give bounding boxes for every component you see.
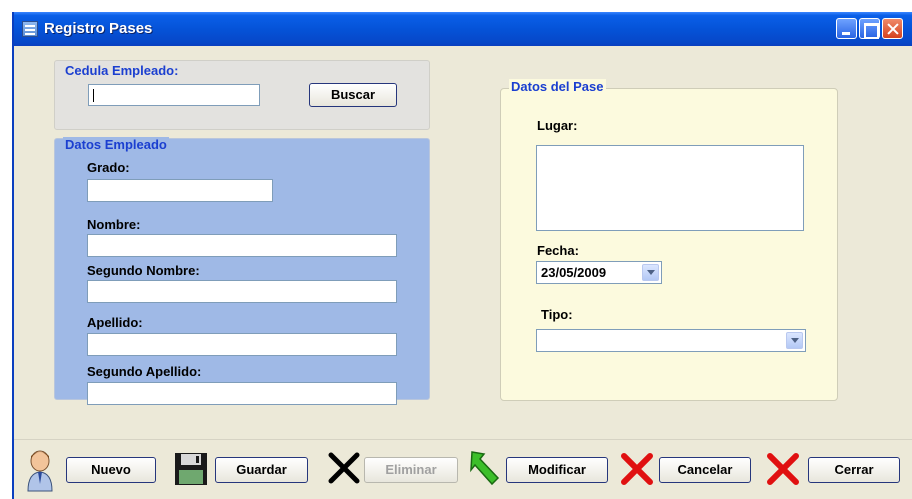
segundo-nombre-label: Segundo Nombre: <box>87 263 200 278</box>
tipo-dropdown-arrow-icon[interactable] <box>786 332 803 349</box>
close-window-button[interactable] <box>882 18 903 39</box>
nuevo-button[interactable]: Nuevo <box>66 457 156 483</box>
datos-pase-group: Datos del Pase Lugar: Fecha: 23/05/2009 … <box>500 79 838 401</box>
grado-input[interactable] <box>87 179 273 202</box>
cedula-group: Cedula Empleado: Buscar <box>54 60 430 130</box>
datos-empleado-group: Datos Empleado Grado: Nombre: Segundo No… <box>54 137 430 405</box>
fecha-label: Fecha: <box>537 243 579 258</box>
pase-legend: Datos del Pase <box>509 79 606 94</box>
text-caret <box>93 89 94 102</box>
fecha-value: 23/05/2009 <box>541 265 607 280</box>
green-arrow-icon <box>470 451 500 486</box>
modificar-button[interactable]: Modificar <box>506 457 608 483</box>
apellido-input[interactable] <box>87 333 397 356</box>
tipo-label: Tipo: <box>541 307 573 322</box>
red-x-icon <box>621 453 653 485</box>
cedula-input[interactable] <box>88 84 260 106</box>
empleado-legend: Datos Empleado <box>63 137 169 152</box>
guardar-button[interactable]: Guardar <box>215 457 308 483</box>
cerrar-button[interactable]: Cerrar <box>808 457 900 483</box>
buscar-button[interactable]: Buscar <box>309 83 397 107</box>
black-x-icon <box>328 452 360 484</box>
registro-pases-window: Registro Pases Cedula Empleado: Buscar D… <box>12 12 912 499</box>
minimize-button[interactable] <box>836 18 857 39</box>
segundo-nombre-input[interactable] <box>87 280 397 303</box>
nombre-input[interactable] <box>87 234 397 257</box>
window-title: Registro Pases <box>44 20 153 37</box>
lugar-textarea[interactable] <box>536 145 804 231</box>
fecha-dropdown-arrow-icon[interactable] <box>642 264 659 281</box>
segundo-apellido-input[interactable] <box>87 382 397 405</box>
action-toolbar: Nuevo Guardar Eliminar Modificar Cancela… <box>14 439 912 499</box>
app-icon <box>22 21 38 37</box>
user-icon <box>27 450 53 492</box>
eliminar-button[interactable]: Eliminar <box>364 457 458 483</box>
fecha-date-picker[interactable]: 23/05/2009 <box>536 261 662 284</box>
nombre-label: Nombre: <box>87 217 141 232</box>
cedula-legend: Cedula Empleado: <box>63 63 181 78</box>
maximize-button[interactable] <box>859 18 880 39</box>
tipo-select[interactable] <box>536 329 806 352</box>
floppy-disk-icon <box>175 453 207 485</box>
apellido-label: Apellido: <box>87 315 143 330</box>
segundo-apellido-label: Segundo Apellido: <box>87 364 202 379</box>
red-x-icon <box>767 453 799 485</box>
title-bar[interactable]: Registro Pases <box>14 12 912 46</box>
lugar-label: Lugar: <box>537 118 578 133</box>
grado-label: Grado: <box>87 160 130 175</box>
cancelar-button[interactable]: Cancelar <box>659 457 751 483</box>
